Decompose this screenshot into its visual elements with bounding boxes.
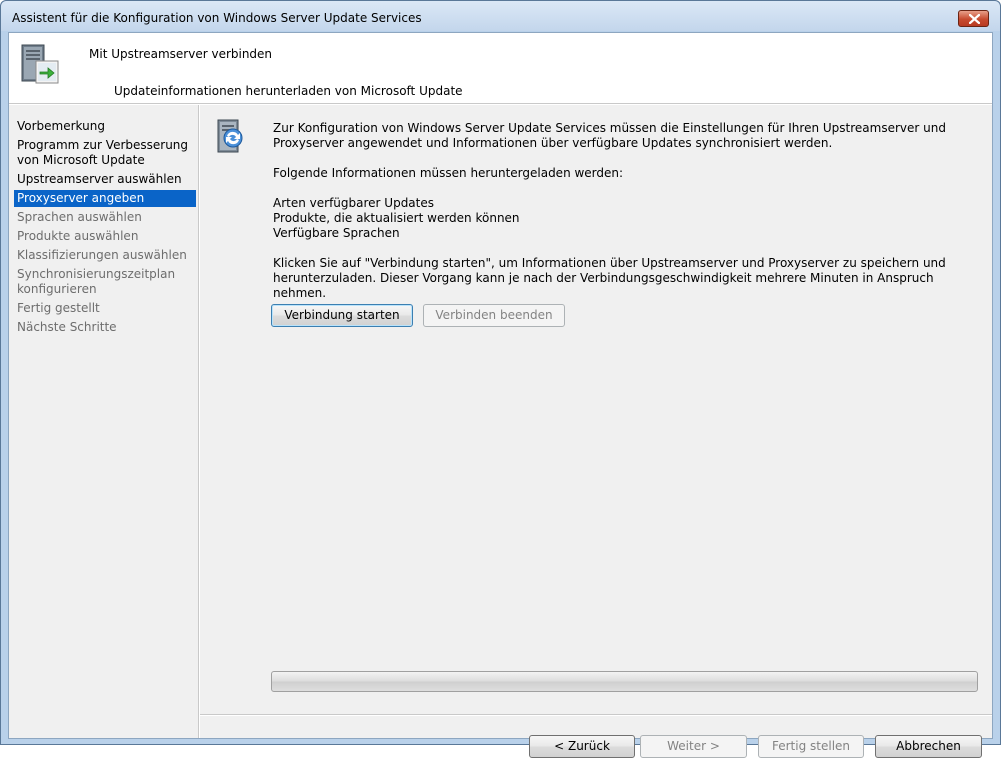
sidebar-item-proxyserver[interactable]: Proxyserver angeben [14, 190, 196, 207]
page-subtitle: Updateinformationen herunterladen von Mi… [114, 84, 463, 98]
footer-divider-highlight [200, 715, 992, 716]
download-item-update-types: Arten verfügbarer Updates [273, 196, 434, 210]
back-button[interactable]: < Zurück [529, 735, 635, 758]
cancel-button[interactable]: Abbrechen [875, 735, 982, 758]
download-item-languages: Verfügbare Sprachen [273, 226, 400, 240]
download-item-products: Produkte, die aktualisiert werden können [273, 211, 520, 225]
sidebar-item-fertig-gestellt: Fertig gestellt [17, 301, 100, 315]
sidebar-item-produkte: Produkte auswählen [17, 229, 139, 243]
page-title: Mit Upstreamserver verbinden [89, 47, 273, 61]
sidebar-item-sprachen: Sprachen auswählen [17, 210, 142, 224]
window-title: Assistent für die Konfiguration von Wind… [12, 11, 422, 25]
server-connect-icon [21, 44, 59, 84]
close-button[interactable] [958, 10, 989, 27]
wizard-window: Assistent für die Konfiguration von Wind… [0, 0, 1001, 758]
close-icon [969, 14, 980, 24]
wizard-steps-sidebar: Vorbemerkung Programm zur Verbesserung v… [9, 105, 199, 738]
instruction-text: Klicken Sie auf "Verbindung starten", um… [273, 256, 946, 300]
connection-progress-bar [271, 671, 978, 692]
download-heading: Folgende Informationen müssen herunterge… [273, 166, 624, 180]
wizard-client-area: Mit Upstreamserver verbinden Updateinfor… [8, 32, 993, 758]
sidebar-item-klassifizierungen: Klassifizierungen auswählen [17, 248, 187, 262]
server-sync-icon [217, 119, 243, 153]
sidebar-item-programm-verbesserung[interactable]: Programm zur Verbesserung von Microsoft … [14, 137, 196, 169]
start-connection-button[interactable]: Verbindung starten [271, 304, 413, 327]
finish-button: Fertig stellen [758, 735, 864, 758]
sidebar-item-upstreamserver[interactable]: Upstreamserver auswählen [14, 171, 196, 188]
wizard-content: Zur Konfiguration von Windows Server Upd… [200, 105, 992, 758]
stop-connection-button: Verbinden beenden [423, 304, 565, 327]
next-button: Weiter > [640, 735, 747, 758]
title-bar[interactable]: Assistent für die Konfiguration von Wind… [1, 1, 1000, 31]
wizard-header: Mit Upstreamserver verbinden Updateinfor… [9, 33, 992, 104]
intro-text: Zur Konfiguration von Windows Server Upd… [273, 121, 946, 150]
sidebar-item-vorbemerkung[interactable]: Vorbemerkung [14, 118, 196, 135]
sidebar-item-naechste-schritte: Nächste Schritte [17, 320, 117, 334]
sidebar-item-synchronisierungszeitplan: Synchronisierungszeitplan konfigurieren [17, 267, 176, 296]
